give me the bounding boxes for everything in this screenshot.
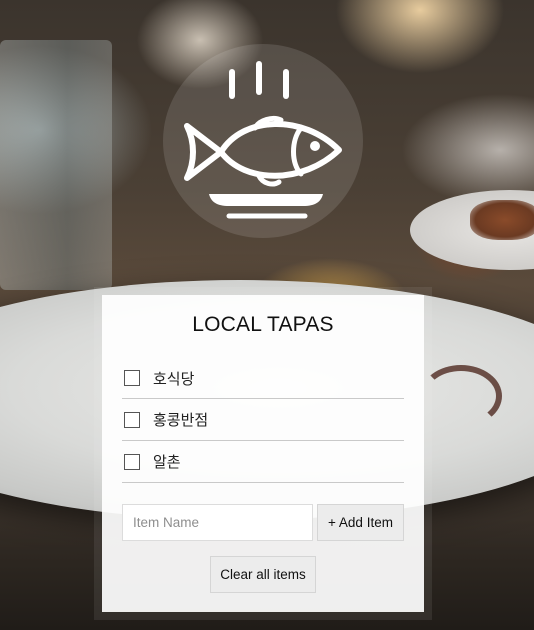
clear-all-button[interactable]: Clear all items (210, 556, 316, 593)
item-label: 알촌 (153, 453, 181, 471)
item-label: 홍콩반점 (153, 411, 209, 429)
item-checkbox[interactable] (124, 453, 140, 470)
item-checkbox[interactable] (124, 370, 140, 386)
list-item: 홍콩반점 (122, 399, 404, 441)
item-label: 호식당 (153, 369, 195, 388)
list-item: 알촌 (122, 441, 404, 483)
item-list: 호식당 홍콩반점 알촌 (122, 358, 404, 483)
todo-card: LOCAL TAPAS 호식당 홍콩반점 알촌 + Add Item Clear… (102, 295, 424, 612)
page-title: LOCAL TAPAS (192, 313, 334, 336)
list-item: 호식당 (122, 358, 404, 399)
background-food (470, 200, 534, 240)
background-sauce (420, 365, 502, 427)
add-item-button[interactable]: + Add Item (317, 504, 404, 541)
steaming-fish-on-plate-icon (184, 61, 342, 219)
logo (163, 44, 363, 238)
item-checkbox[interactable] (124, 411, 140, 428)
item-name-input[interactable] (122, 504, 313, 541)
background-glass (0, 40, 112, 290)
